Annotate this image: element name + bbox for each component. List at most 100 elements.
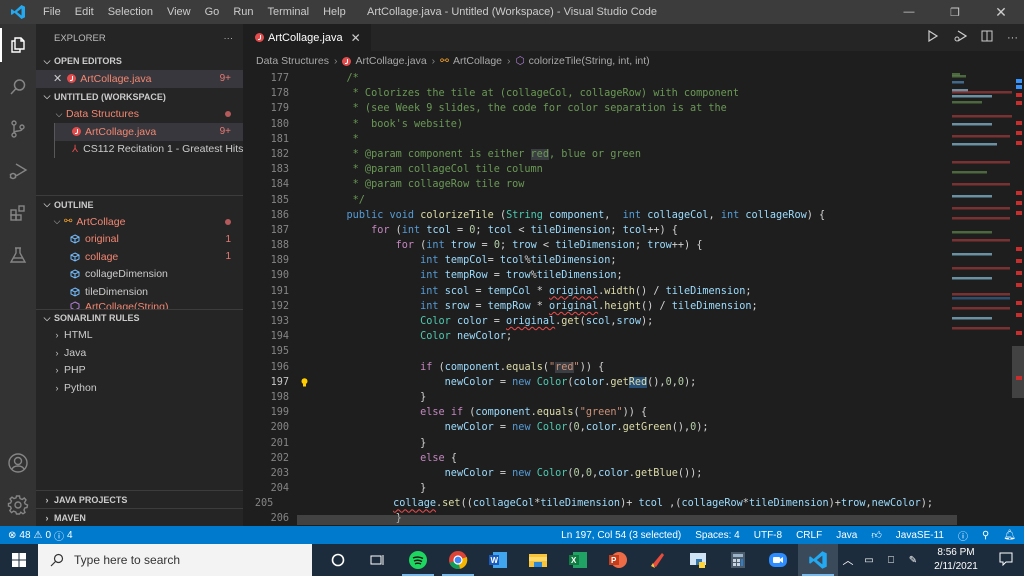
code-line[interactable]: 205 collage.set((collageCol*tileDimensio… [243,496,933,511]
action-center-icon[interactable] [988,552,1024,569]
tab-artcollage-java[interactable]: ArtCollage.java ✕ [243,24,371,51]
info-circle-icon[interactable]: ⓘ [958,528,968,543]
outline-field-original[interactable]: original 1 [36,231,243,249]
cortana-icon[interactable] [318,544,358,576]
code-line[interactable]: 185 */ [243,193,933,208]
open-editor-item[interactable]: ✕ ArtCollage.java 9+ [36,70,243,88]
file-item-pdf[interactable]: ⅄ CS112 Recitation 1 - Greatest Hits o..… [54,140,243,158]
outline-field-collagedimension[interactable]: collageDimension [36,266,243,284]
scrollbar-thumb[interactable] [1012,346,1024,398]
open-editors-section[interactable]: ⌵ OPEN EDITORS [36,52,243,70]
file-explorer-icon[interactable] [518,544,558,576]
feedback-icon[interactable]: ⚲ [982,530,989,541]
code-line[interactable]: 183 * @param collageCol tile column [243,162,933,177]
minimap[interactable] [948,71,1012,526]
task-view-icon[interactable] [358,544,398,576]
restore-button[interactable]: ❐ [932,0,978,24]
clock[interactable]: 8:56 PM 2/11/2021 [924,546,988,574]
debug-run-icon[interactable] [953,30,968,45]
tablet-icon[interactable]: ⎕ [880,555,902,566]
lightbulb-icon[interactable] [301,377,308,387]
excel-icon[interactable]: X [558,544,598,576]
code-line[interactable]: 202 else { [243,451,933,466]
close-editor-icon[interactable]: ✕ [53,72,62,85]
code-line[interactable]: 187 for (int tcol = 0; tcol < tileDimens… [243,223,933,238]
java-projects-section[interactable]: › JAVA PROJECTS [36,490,243,508]
menu-edit[interactable]: Edit [68,0,101,24]
taskbar-search-box[interactable]: Type here to search [38,544,312,576]
file-item-artcollage[interactable]: ArtCollage.java 9+ [54,123,243,141]
powerpoint-icon[interactable]: P [598,544,638,576]
run-debug-icon[interactable] [0,150,36,192]
python-icon[interactable] [678,544,718,576]
testing-icon[interactable] [0,234,36,276]
vertical-scrollbar[interactable] [1012,71,1024,526]
code-line[interactable]: 189 int tempCol= tcol%tileDimension; [243,253,933,268]
code-line[interactable]: 177 /* [243,71,933,86]
code-line[interactable]: 191 int scol = tempCol * original.width(… [243,284,933,299]
extensions-icon[interactable] [0,192,36,234]
chrome-icon[interactable] [438,544,478,576]
code-line[interactable]: 193 Color color = original.get(scol,srow… [243,314,933,329]
code-line[interactable]: 201 } [243,436,933,451]
close-tab-icon[interactable]: ✕ [351,31,361,45]
code-line[interactable]: 180 * book's website) [243,117,933,132]
outline-section[interactable]: ⌵ OUTLINE [36,195,243,213]
code-line[interactable]: 190 int tempRow = trow%tileDimension; [243,268,933,283]
explorer-icon[interactable] [0,24,36,66]
menu-terminal[interactable]: Terminal [261,0,317,24]
menu-run[interactable]: Run [226,0,260,24]
code-line[interactable]: 199 else if (component.equals("green")) … [243,405,933,420]
code-line[interactable]: 182 * @param component is either red, bl… [243,147,933,162]
language-mode[interactable]: Java [836,530,857,541]
code-line[interactable]: 181 * [243,132,933,147]
ccleaner-icon[interactable] [638,544,678,576]
code-line[interactable]: 203 newColor = new Color(0,0,color.getBl… [243,466,933,481]
accounts-icon[interactable] [0,442,36,484]
thumbs-up-icon[interactable]: 👍︎ [871,529,881,541]
sonarlint-item-python[interactable]: › Python [36,379,243,397]
problems-status[interactable]: ⊗ 48 ⚠ 0 ⓘ 4 [0,528,73,543]
sonarlint-item-java[interactable]: › Java [36,344,243,362]
encoding[interactable]: UTF-8 [754,530,782,541]
outline-field-collage[interactable]: collage 1 [36,248,243,266]
code-line[interactable]: 204 } [243,481,933,496]
sonarlint-section[interactable]: ⌵ SONARLINT RULES [36,308,243,327]
code-line[interactable]: 197 newColor = new Color(color.getRed(),… [243,375,933,390]
calculator-icon[interactable] [718,544,758,576]
source-control-icon[interactable] [0,108,36,150]
word-icon[interactable]: W [478,544,518,576]
sonarlint-item-php[interactable]: › PHP [36,362,243,380]
indentation[interactable]: Spaces: 4 [695,530,739,541]
code-line[interactable]: 195 [243,344,933,359]
horizontal-scrollbar[interactable] [297,515,957,525]
explorer-more-button[interactable]: ··· [224,33,234,44]
zoom-icon[interactable] [758,544,798,576]
code-editor[interactable]: 177 /* 178 * Colorizes the tile at (colla… [243,71,933,526]
menu-help[interactable]: Help [316,0,353,24]
code-line[interactable]: 188 for (int trow = 0; trow < tileDimens… [243,238,933,253]
windows-start-icon[interactable] [0,544,38,576]
outline-constructor[interactable]: ArtCollage(String) [36,301,243,309]
more-actions-icon[interactable]: ··· [1007,32,1018,44]
split-editor-icon[interactable] [981,30,993,45]
cursor-position[interactable]: Ln 197, Col 54 (3 selected) [561,530,681,541]
pen-icon[interactable]: ✎ [902,555,924,566]
code-line[interactable]: 200 newColor = new Color(0,color.getGree… [243,420,933,435]
minimize-button[interactable]: — [886,0,932,24]
notifications-bell-icon[interactable]: 🔔︎ [1003,530,1016,541]
settings-gear-icon[interactable] [0,484,36,526]
outline-class-item[interactable]: ⌵ ⚯ ArtCollage [36,213,243,231]
line-ending[interactable]: CRLF [796,530,822,541]
breadcrumb-class[interactable]: ArtCollage [453,55,502,67]
code-line[interactable]: 186 public void colorizeTile (String com… [243,208,933,223]
java-version[interactable]: JavaSE-11 [896,530,944,541]
sonarlint-item-html[interactable]: › HTML [36,327,243,345]
run-icon[interactable] [927,29,939,45]
breadcrumb-folder[interactable]: Data Structures [256,55,329,67]
code-line[interactable]: 178 * Colorizes the tile at (collageCol,… [243,86,933,101]
code-line[interactable]: 184 * @param collageRow tile row [243,177,933,192]
close-window-button[interactable]: ✕ [978,0,1024,24]
battery-icon[interactable]: ▭ [858,555,880,566]
breadcrumb-file[interactable]: ArtCollage.java [355,55,426,67]
